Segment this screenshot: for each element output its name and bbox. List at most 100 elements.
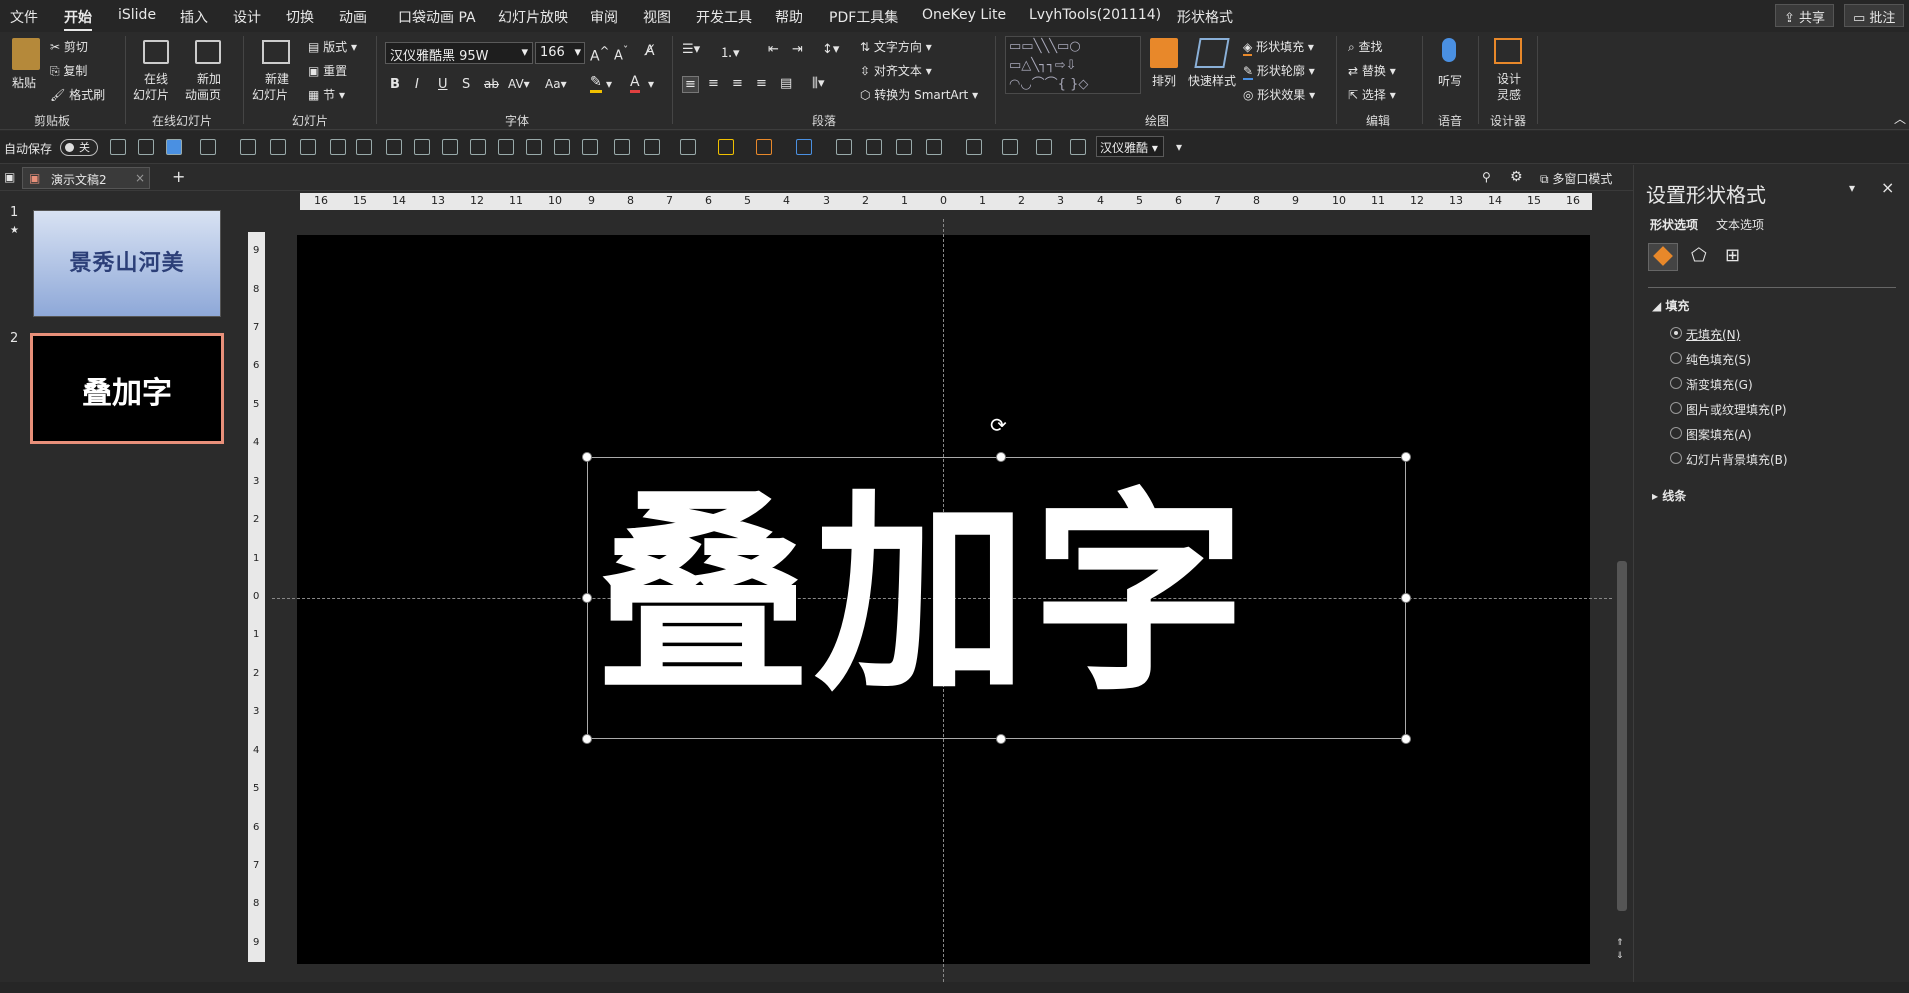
qat-icon[interactable] bbox=[166, 139, 182, 155]
new-animation-page-icon[interactable] bbox=[195, 40, 221, 64]
align-left-button[interactable]: ≡ bbox=[682, 76, 699, 93]
line-section-header[interactable]: ▸ 线条 bbox=[1652, 487, 1686, 504]
tab-animations[interactable]: 动画 bbox=[339, 7, 367, 27]
resize-handle[interactable] bbox=[1401, 452, 1411, 462]
numbering-button[interactable]: ⒈▾ bbox=[720, 42, 740, 61]
quick-styles-icon[interactable] bbox=[1194, 38, 1230, 68]
font-name-select[interactable]: 汉仪雅酷黑 95W ▾ bbox=[385, 42, 533, 64]
qat-icon[interactable] bbox=[796, 139, 812, 155]
italic-button[interactable]: I bbox=[415, 77, 419, 92]
qat-icon[interactable] bbox=[896, 139, 912, 155]
option-slide-background-fill[interactable]: 幻灯片背景填充(B) bbox=[1686, 451, 1788, 468]
share-button[interactable]: ⇪ 共享 bbox=[1775, 4, 1835, 27]
tab-transitions[interactable]: 切换 bbox=[286, 7, 314, 27]
reset-button[interactable]: ▣ 重置 bbox=[308, 62, 347, 79]
qat-icon[interactable] bbox=[680, 139, 696, 155]
fill-line-icon[interactable] bbox=[1648, 243, 1678, 271]
next-slide-icon[interactable]: ⇓ bbox=[1616, 951, 1624, 961]
shape-fill-button[interactable]: ◈ 形状填充 ▾ bbox=[1243, 38, 1314, 56]
text-direction-button[interactable]: ⇅ 文字方向 ▾ bbox=[860, 38, 932, 55]
new-animation-label[interactable]: 新加 bbox=[197, 70, 221, 87]
close-panel-icon[interactable]: × bbox=[1881, 178, 1894, 197]
paste-button[interactable]: 粘贴 bbox=[12, 74, 36, 91]
text-box[interactable]: 叠加字 bbox=[587, 457, 1406, 739]
tab-lvyhtools[interactable]: LvyhTools(201114) bbox=[1029, 7, 1161, 23]
tab-pdf-tools[interactable]: PDF工具集 bbox=[829, 7, 898, 27]
qat-icon[interactable] bbox=[498, 139, 514, 155]
option-solid-fill[interactable]: 纯色填充(S) bbox=[1686, 351, 1751, 368]
qat-icon[interactable] bbox=[138, 139, 154, 155]
option-picture-fill[interactable]: 图片或纹理填充(P) bbox=[1686, 401, 1787, 418]
resize-handle[interactable] bbox=[582, 452, 592, 462]
fill-section-header[interactable]: ◢ 填充 bbox=[1652, 297, 1689, 314]
resize-handle[interactable] bbox=[1401, 593, 1411, 603]
radio-no-fill[interactable] bbox=[1670, 327, 1682, 339]
resize-handle[interactable] bbox=[582, 734, 592, 744]
align-right-button[interactable]: ≡ bbox=[732, 76, 743, 91]
qat-font-select[interactable]: 汉仪雅酷 ▾ bbox=[1096, 136, 1164, 157]
section-button[interactable]: ▦ 节 ▾ bbox=[308, 86, 345, 103]
resize-handle[interactable] bbox=[582, 593, 592, 603]
arrange-icon[interactable] bbox=[1150, 38, 1178, 68]
qat-icon[interactable] bbox=[866, 139, 882, 155]
highlight-color-icon[interactable]: ✎ bbox=[590, 74, 602, 93]
qat-icon[interactable] bbox=[926, 139, 942, 155]
clear-format-icon[interactable]: A̸ bbox=[645, 43, 655, 59]
slide-thumbnail-1[interactable]: 景秀山河美 bbox=[33, 210, 221, 317]
new-slide-label2[interactable]: 幻灯片 bbox=[252, 86, 288, 103]
paste-icon[interactable] bbox=[12, 38, 40, 70]
document-tab[interactable]: ▣ 演示文稿2 × bbox=[22, 167, 150, 189]
qat-icon[interactable] bbox=[756, 139, 772, 155]
new-slide-label[interactable]: 新建 bbox=[265, 70, 289, 87]
qat-icon[interactable] bbox=[1036, 139, 1052, 155]
decrease-indent-button[interactable]: ⇤ bbox=[768, 42, 779, 57]
arrange-label[interactable]: 排列 bbox=[1152, 72, 1176, 89]
pin-icon[interactable]: ⚲ bbox=[1482, 170, 1491, 184]
qat-icon[interactable] bbox=[386, 139, 402, 155]
bold-button[interactable]: B bbox=[390, 77, 400, 92]
qat-icon[interactable] bbox=[240, 139, 256, 155]
replace-button[interactable]: ⇄ 替换 ▾ bbox=[1348, 62, 1396, 79]
bullets-button[interactable]: ☰▾ bbox=[682, 42, 700, 57]
change-case-button[interactable]: Aa▾ bbox=[545, 77, 567, 91]
highlight-dropdown[interactable]: ▾ bbox=[606, 77, 612, 91]
increase-font-size-button[interactable]: A^ bbox=[590, 44, 609, 65]
cut-button[interactable]: ✂ 剪切 bbox=[50, 38, 88, 55]
panel-options-dropdown[interactable]: ▾ bbox=[1849, 181, 1855, 195]
slide-thumbnail-2[interactable]: 叠加字 bbox=[30, 333, 224, 444]
quick-styles-label[interactable]: 快速样式 bbox=[1188, 72, 1236, 89]
size-properties-icon[interactable]: ⊞ bbox=[1725, 245, 1740, 266]
tab-developer[interactable]: 开发工具 bbox=[696, 7, 752, 27]
microphone-icon[interactable] bbox=[1442, 38, 1456, 62]
design-ideas-label[interactable]: 设计 bbox=[1497, 70, 1521, 87]
qat-icon[interactable] bbox=[300, 139, 316, 155]
vertical-scrollbar[interactable]: ⇑ ⇓ bbox=[1616, 193, 1628, 963]
online-slides-icon[interactable] bbox=[143, 40, 169, 64]
online-slides-label[interactable]: 在线 bbox=[144, 70, 168, 87]
resize-handle[interactable] bbox=[1401, 734, 1411, 744]
tab-text-options[interactable]: 文本选项 bbox=[1716, 216, 1764, 233]
align-text-button[interactable]: ⇳ 对齐文本 ▾ bbox=[860, 62, 932, 79]
tab-view[interactable]: 视图 bbox=[643, 7, 671, 27]
online-slides-label2[interactable]: 幻灯片 bbox=[133, 86, 169, 103]
shapes-gallery[interactable]: ▭▭╲╲╲▭○ ▭△╲┐┐⇨⇩ ◠◡⌒⌒{ }◇ bbox=[1005, 36, 1141, 94]
qat-icon[interactable] bbox=[554, 139, 570, 155]
qat-icon[interactable] bbox=[110, 139, 126, 155]
qat-icon[interactable] bbox=[330, 139, 346, 155]
font-color-icon[interactable]: A bbox=[630, 74, 640, 93]
character-spacing-button[interactable]: AV▾ bbox=[508, 77, 530, 91]
new-slide-icon[interactable] bbox=[262, 40, 290, 64]
new-animation-label2[interactable]: 动画页 bbox=[185, 86, 221, 103]
autosave-toggle[interactable]: 关 bbox=[60, 139, 98, 156]
distributed-button[interactable]: ▤ bbox=[780, 76, 792, 91]
new-tab-button[interactable]: + bbox=[172, 167, 185, 186]
justify-button[interactable]: ≡ bbox=[756, 76, 767, 91]
option-pattern-fill[interactable]: 图案填充(A) bbox=[1686, 426, 1752, 443]
shape-outline-button[interactable]: ✎ 形状轮廓 ▾ bbox=[1243, 62, 1315, 80]
multi-window-button[interactable]: ⧉ 多窗口模式 bbox=[1540, 170, 1612, 187]
align-center-button[interactable]: ≡ bbox=[708, 76, 719, 91]
tab-shape-format[interactable]: 形状格式 bbox=[1177, 7, 1233, 27]
tab-slideshow[interactable]: 幻灯片放映 bbox=[498, 7, 568, 27]
effects-icon[interactable]: ⬠ bbox=[1691, 245, 1707, 266]
underline-button[interactable]: U bbox=[438, 77, 448, 92]
